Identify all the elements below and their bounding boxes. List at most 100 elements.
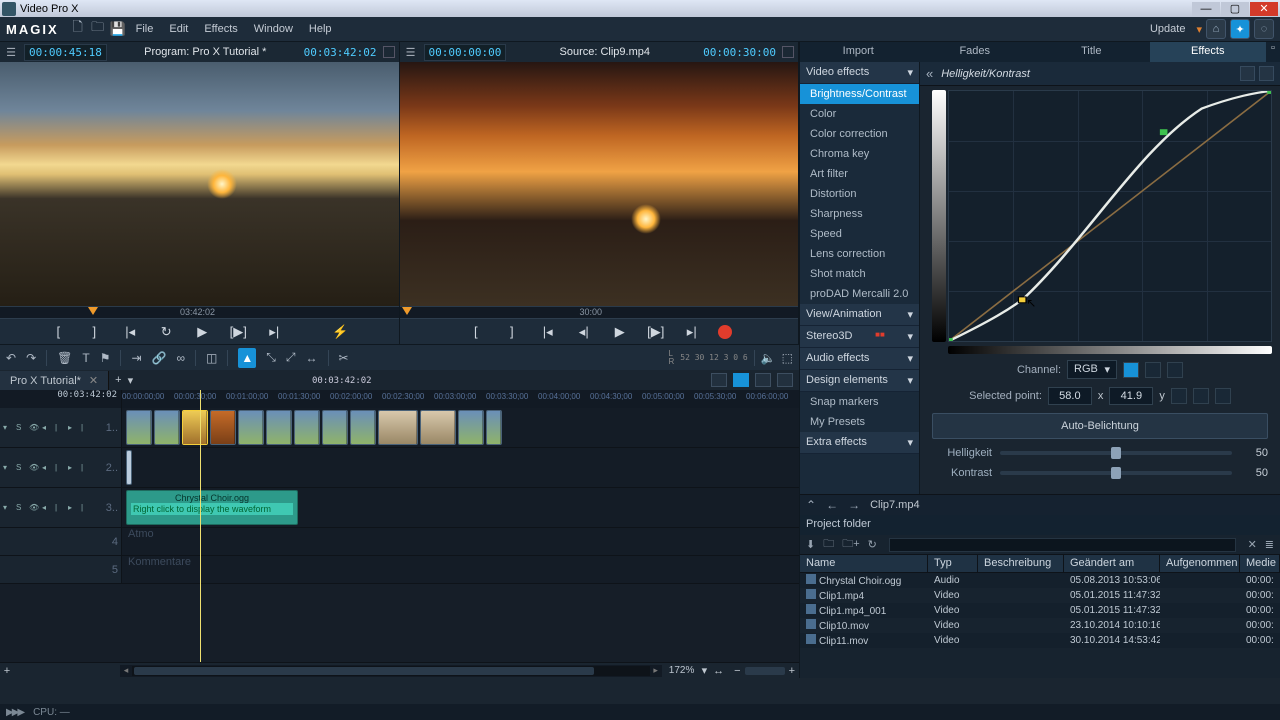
source-video[interactable]	[400, 62, 799, 306]
channel-reset-icon[interactable]	[1167, 362, 1183, 378]
undo-button[interactable]: ↶	[6, 351, 16, 365]
tab-effects[interactable]: Effects	[1150, 42, 1267, 62]
menu-effects[interactable]: Effects	[197, 20, 244, 38]
cat-view[interactable]: View/Animation▾	[800, 304, 919, 326]
menu-help[interactable]: Help	[302, 20, 339, 38]
eff-snap[interactable]: Snap markers	[800, 392, 919, 412]
eff-color[interactable]: Color	[800, 104, 919, 124]
update-link[interactable]: Update	[1143, 20, 1192, 38]
mark-out-button[interactable]: ]	[84, 324, 104, 339]
title-button-icon[interactable]: T	[82, 351, 89, 365]
channel-curve-icon[interactable]	[1123, 362, 1139, 378]
program-timecode[interactable]: 00:00:45:18	[24, 44, 107, 61]
menu-edit[interactable]: Edit	[162, 20, 195, 38]
play-range-button[interactable]: [▶]	[228, 324, 248, 340]
settings-button[interactable]: ◌	[1254, 19, 1274, 39]
menu-window[interactable]: Window	[247, 20, 300, 38]
open-folder-icon[interactable]: 🗀	[89, 20, 107, 38]
mute-button-icon[interactable]: ◫	[206, 351, 217, 365]
import-icon[interactable]: ⬇	[806, 538, 815, 551]
tool-b-icon[interactable]: ⤢	[286, 350, 296, 365]
channel-pen-icon[interactable]	[1145, 362, 1161, 378]
tabs-popout-icon[interactable]: ▫	[1266, 42, 1280, 62]
view-list-icon[interactable]	[733, 373, 749, 387]
ripple-button-icon[interactable]: ⇥	[131, 351, 141, 365]
tab-menu-button[interactable]: ▾	[128, 374, 134, 387]
save-icon[interactable]: 💾	[109, 20, 127, 38]
track-solo-icon[interactable]: S	[16, 423, 26, 433]
track-vol-icon[interactable]: ◂	[42, 423, 52, 433]
timeline-ruler[interactable]: 00:03:42:02 00:00:00;0000:00:30;0000:01:…	[122, 390, 799, 408]
eff-brightness[interactable]: Brightness/Contrast	[800, 84, 919, 104]
cut-tool-icon[interactable]: ✂	[339, 351, 349, 365]
program-menu-icon[interactable]: ☰	[4, 46, 18, 59]
zoom-in-icon[interactable]: +	[785, 665, 799, 677]
auto-exposure-button[interactable]: Auto-Belichtung	[932, 413, 1268, 439]
redo-button[interactable]: ↷	[26, 351, 36, 365]
track-eye-icon[interactable]: 👁	[29, 423, 39, 433]
brightness-slider[interactable]	[1000, 451, 1232, 455]
mark-in-button[interactable]: [	[48, 324, 68, 339]
browser-back-icon[interactable]: ←	[826, 498, 838, 512]
eff-colorcorr[interactable]: Color correction	[800, 124, 919, 144]
minimize-button[interactable]: —	[1192, 2, 1220, 16]
stretch-tool-icon[interactable]: ↔	[306, 351, 318, 365]
effect-preset-dropdown[interactable]	[1240, 66, 1255, 81]
effect-back-icon[interactable]: «	[926, 66, 933, 81]
channel-dropdown[interactable]: RGB▾	[1067, 360, 1117, 379]
src-mark-in-button[interactable]: [	[466, 324, 486, 339]
tab-title[interactable]: Title	[1033, 42, 1150, 62]
new-file-icon[interactable]: 🗋	[69, 20, 87, 38]
browser-fwd-icon[interactable]: →	[848, 498, 860, 512]
go-end-button[interactable]: ▸|	[264, 324, 284, 340]
tab-fades[interactable]: Fades	[917, 42, 1034, 62]
browser-search-input[interactable]	[889, 538, 1236, 552]
clear-search-icon[interactable]: ✕	[1248, 538, 1257, 551]
link-button-icon[interactable]: 🔗	[152, 351, 167, 365]
view-grid-icon[interactable]	[711, 373, 727, 387]
browser-path[interactable]: Project folder	[800, 515, 1280, 535]
eff-artfilter[interactable]: Art filter	[800, 164, 919, 184]
src-play-range-button[interactable]: [▶]	[646, 324, 666, 340]
eff-speed[interactable]: Speed	[800, 224, 919, 244]
list-view-icon[interactable]: ≣	[1265, 538, 1274, 551]
src-go-start-button[interactable]: |◂	[538, 324, 558, 340]
cat-audio[interactable]: Audio effects▾	[800, 348, 919, 370]
program-ruler[interactable]: 03:42:02	[0, 306, 399, 318]
selpt-x-value[interactable]: 58.0	[1048, 387, 1092, 405]
delete-button[interactable]: 🗑	[57, 351, 72, 365]
cat-extra[interactable]: Extra effects▾	[800, 432, 919, 454]
cat-stereo[interactable]: Stereo3D■■▾	[800, 326, 919, 348]
table-row[interactable]: Clip1.mp4Video05.01.2015 11:47:3200:00:	[800, 588, 1280, 603]
project-tab[interactable]: Pro X Tutorial*✕	[0, 371, 109, 390]
eff-chromakey[interactable]: Chroma key	[800, 144, 919, 164]
src-step-back-button[interactable]: ◂|	[574, 324, 594, 340]
eff-mercalli[interactable]: proDAD Mercalli 2.0	[800, 284, 919, 304]
eff-sharpness[interactable]: Sharpness	[800, 204, 919, 224]
curves-graph[interactable]: ↖	[948, 90, 1272, 342]
view-film-icon[interactable]	[755, 373, 771, 387]
cloud-button[interactable]: ✦	[1230, 19, 1250, 39]
zoom-percent[interactable]: 172%	[662, 665, 702, 676]
group-button-icon[interactable]: ∞	[176, 351, 185, 365]
store-button[interactable]: ⌂	[1206, 19, 1226, 39]
src-go-end-button[interactable]: ▸|	[682, 324, 702, 340]
view-overview-icon[interactable]	[777, 373, 793, 387]
loop-button[interactable]: ↻	[156, 324, 176, 340]
zoom-out-icon[interactable]: −	[730, 665, 744, 677]
selpt-y-value[interactable]: 41.9	[1109, 387, 1153, 405]
audio-clip[interactable]: Chrystal Choir.ogg Right click to displa…	[126, 490, 298, 525]
src-play-button[interactable]: ▶	[610, 324, 630, 340]
close-tab-icon[interactable]: ✕	[89, 375, 98, 387]
zoom-fit-icon[interactable]: ↔	[707, 665, 730, 677]
browser-up-icon[interactable]: ⌃	[806, 498, 816, 512]
go-start-button[interactable]: |◂	[120, 324, 140, 340]
table-row[interactable]: Clip11.movVideo30.10.2014 14:53:4200:00:	[800, 633, 1280, 648]
tool-a-icon[interactable]: ⤡	[266, 350, 276, 365]
flag-button-icon[interactable]: ⚑	[100, 351, 111, 365]
source-popout-icon[interactable]	[782, 46, 794, 58]
add-track-button[interactable]: +	[0, 665, 14, 677]
tab-import[interactable]: Import	[800, 42, 917, 62]
pt-icon-b[interactable]	[1193, 388, 1209, 404]
pt-icon-a[interactable]	[1171, 388, 1187, 404]
